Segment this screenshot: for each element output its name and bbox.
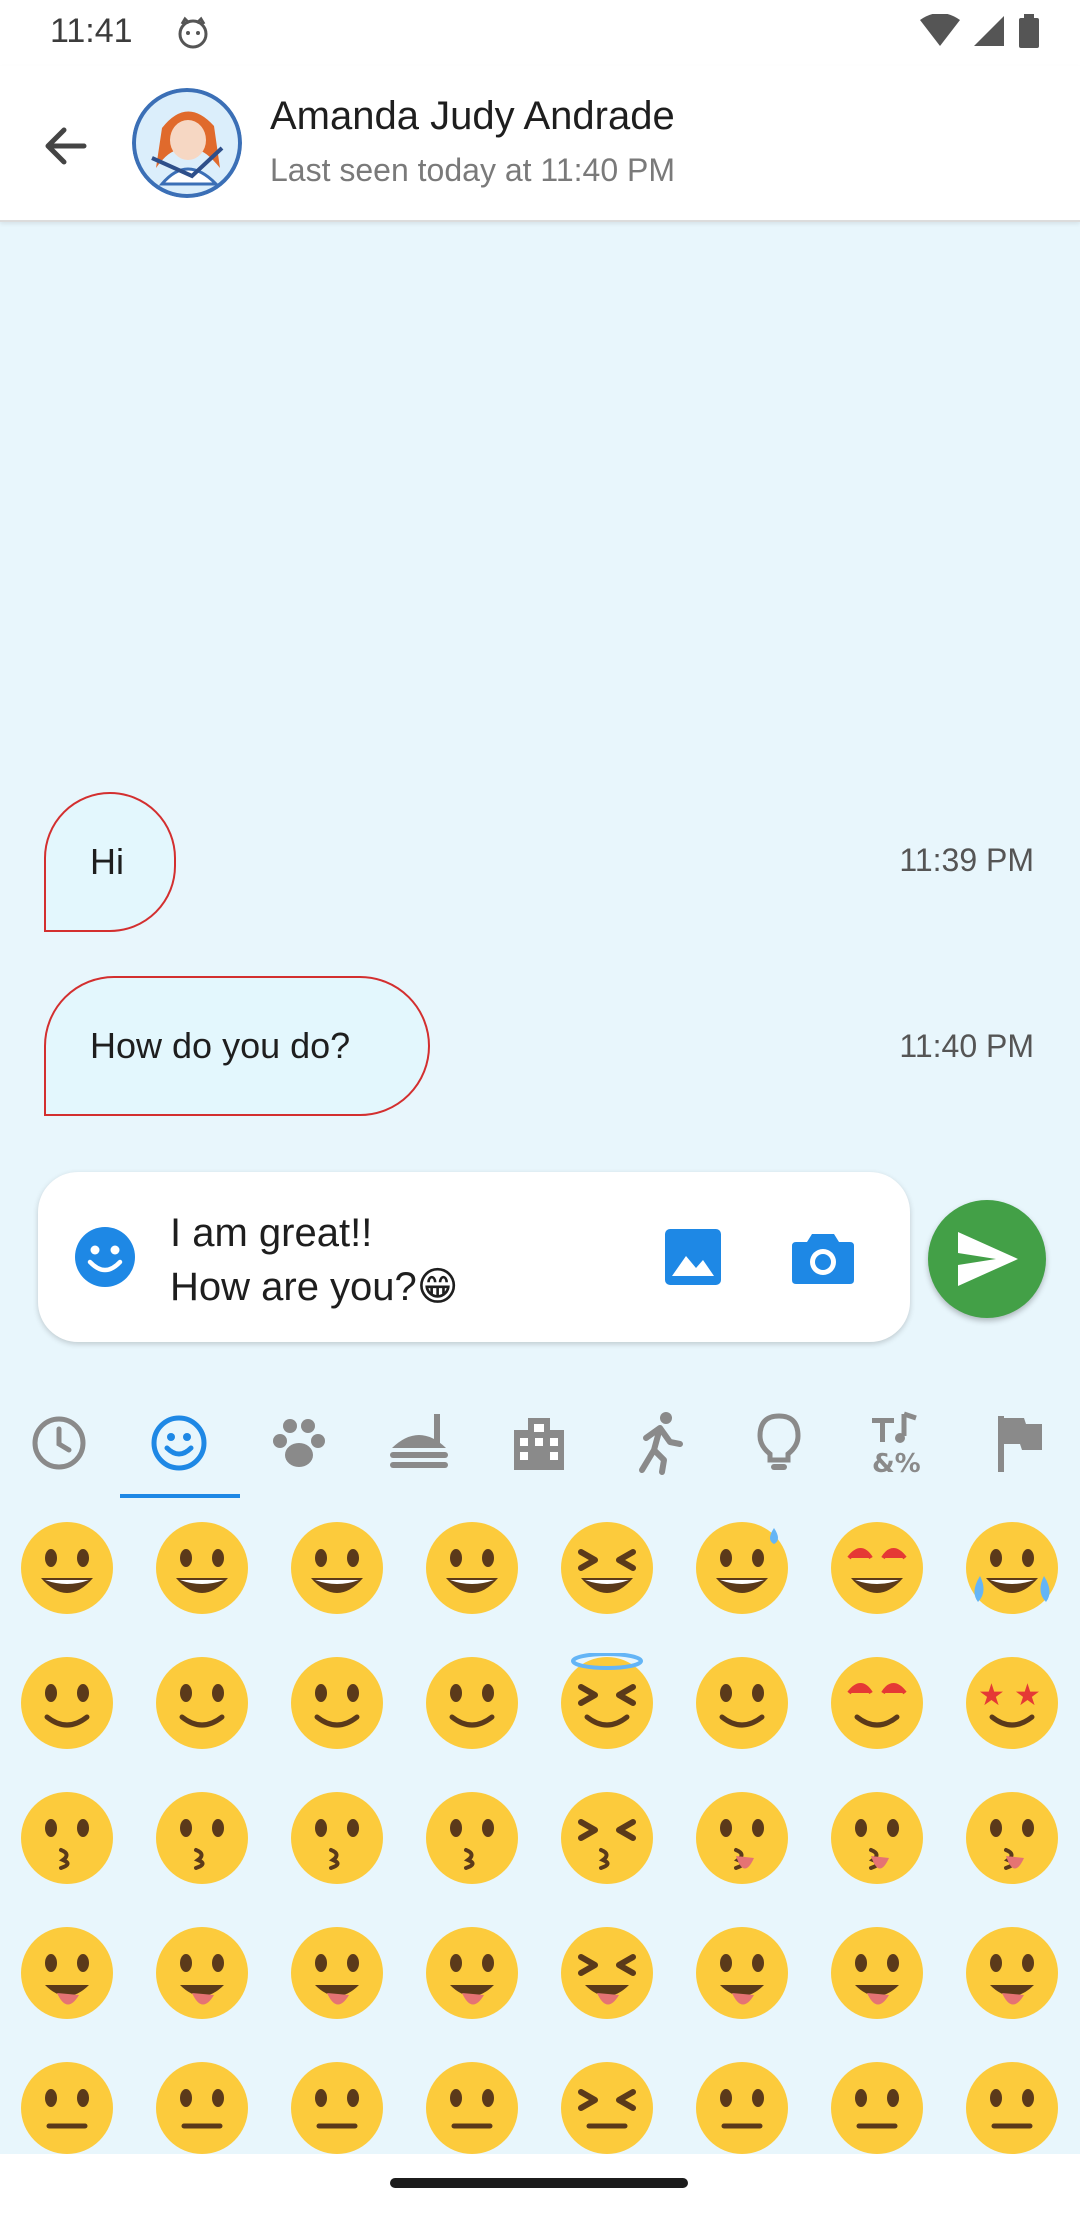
emoji-263a-icon[interactable]: [287, 1788, 387, 1888]
back-arrow-icon[interactable]: [38, 118, 94, 174]
emoji-1f61c-icon[interactable]: [962, 1788, 1062, 1888]
message-composer: I am great!! How are you?😁: [38, 1172, 910, 1342]
svg-text:★: ★: [1014, 1679, 1041, 1712]
message-input[interactable]: I am great!! How are you?😁: [170, 1206, 459, 1314]
emoji-1f615-icon[interactable]: [827, 2058, 927, 2154]
emoji-1fae1-icon[interactable]: [962, 1923, 1062, 2023]
home-gesture-bar[interactable]: [390, 2178, 688, 2188]
emoji-1f61d-icon[interactable]: [152, 1923, 252, 2023]
system-icons: [920, 14, 1040, 48]
contact-avatar[interactable]: [132, 88, 242, 198]
send-button[interactable]: [928, 1200, 1046, 1318]
emoji-1f928-icon[interactable]: [557, 2058, 657, 2154]
emoji-1f618-icon[interactable]: [17, 1788, 117, 1888]
wifi-icon: [920, 14, 960, 46]
emoji-1f606-icon[interactable]: [557, 1518, 657, 1618]
food-icon[interactable]: [384, 1408, 454, 1478]
emoji-1fae0-icon[interactable]: [152, 2058, 252, 2154]
emoji-1f911-icon[interactable]: [287, 1923, 387, 2023]
chat-header: Amanda Judy Andrade Last seen today at 1…: [0, 66, 1080, 222]
emoji-1f643-icon[interactable]: [152, 1653, 252, 1753]
activities-icon[interactable]: [624, 1408, 694, 1478]
emoji-1f92b-icon[interactable]: [17, 2058, 117, 2154]
svg-text:★: ★: [978, 1679, 1005, 1712]
message-text: How do you do?: [90, 1025, 351, 1066]
message-text: Hi: [90, 841, 124, 882]
emoji-1f602-icon[interactable]: [962, 1518, 1062, 1618]
emoji-category-tabs: &%: [0, 1390, 1080, 1502]
camera-icon[interactable]: [788, 1222, 858, 1292]
emoji-1f617-icon[interactable]: [152, 1788, 252, 1888]
emoji-1f642-icon[interactable]: [17, 1653, 117, 1753]
emoji-1f600-icon[interactable]: [17, 1518, 117, 1618]
selected-tab-indicator: [120, 1494, 240, 1498]
emoji-1f605-icon[interactable]: [692, 1518, 792, 1618]
svg-text:&%: &%: [872, 1449, 921, 1478]
emoji-1fae3-icon[interactable]: [557, 1923, 657, 2023]
emoji-1f914-icon[interactable]: [287, 2058, 387, 2154]
travel-places-icon[interactable]: [504, 1408, 574, 1478]
navigation-bar: [0, 2154, 1080, 2220]
emoji-grid: ★ ★: [0, 1510, 1080, 2154]
status-time: 11:41: [50, 12, 133, 50]
send-icon: [958, 1232, 1018, 1286]
emoji-1f970-icon[interactable]: [692, 1653, 792, 1753]
emoji-1fae2-icon[interactable]: [827, 1923, 927, 2023]
smileys-icon[interactable]: [144, 1408, 214, 1478]
symbols-icon[interactable]: &%: [864, 1408, 934, 1479]
message-bubble[interactable]: How do you do?: [44, 976, 430, 1116]
emoji-1f92a-icon[interactable]: [17, 1923, 117, 2023]
message-time: 11:40 PM: [899, 1028, 1034, 1064]
emoji-1f923-icon[interactable]: [827, 1518, 927, 1618]
flags-icon[interactable]: [984, 1408, 1054, 1478]
message-bubble[interactable]: Hi: [44, 792, 176, 932]
emoji-1f60b-icon[interactable]: [692, 1788, 792, 1888]
emoji-1f603-icon[interactable]: [152, 1518, 252, 1618]
emoji-1f601-icon[interactable]: [422, 1518, 522, 1618]
status-bar: 11:41: [0, 0, 1080, 66]
emoji-1f92d-icon[interactable]: [692, 1923, 792, 2023]
emoji-1f619-icon[interactable]: [557, 1788, 657, 1888]
contact-name[interactable]: Amanda Judy Andrade: [270, 94, 675, 139]
emoji-1f611-icon[interactable]: [962, 2058, 1062, 2154]
emoji-1f607-icon[interactable]: [557, 1653, 657, 1753]
emoji-1f610-icon[interactable]: [692, 2058, 792, 2154]
emoji-1f609-icon[interactable]: [287, 1653, 387, 1753]
emoji-1f61b-icon[interactable]: [827, 1788, 927, 1888]
emoji-1f61a-icon[interactable]: [422, 1788, 522, 1888]
emoji-1f917-icon[interactable]: [422, 1923, 522, 2023]
emoji-1f910-icon[interactable]: [422, 2058, 522, 2154]
emoji-toggle-icon[interactable]: [72, 1224, 138, 1290]
emoji-1f60a-icon[interactable]: [422, 1653, 522, 1753]
animals-icon[interactable]: [264, 1408, 334, 1478]
emoji-1f929-icon[interactable]: ★ ★: [962, 1653, 1062, 1753]
recent-icon[interactable]: [24, 1408, 94, 1478]
emoji-1f604-icon[interactable]: [287, 1518, 387, 1618]
last-seen-status: Last seen today at 11:40 PM: [270, 152, 675, 188]
notification-cat-icon: [176, 16, 210, 55]
battery-icon: [1019, 14, 1039, 48]
message-time: 11:39 PM: [899, 842, 1034, 878]
emoji-1f60d-icon[interactable]: [827, 1653, 927, 1753]
gallery-icon[interactable]: [658, 1222, 728, 1292]
signal-icon: [974, 16, 1004, 46]
objects-icon[interactable]: [744, 1408, 814, 1478]
